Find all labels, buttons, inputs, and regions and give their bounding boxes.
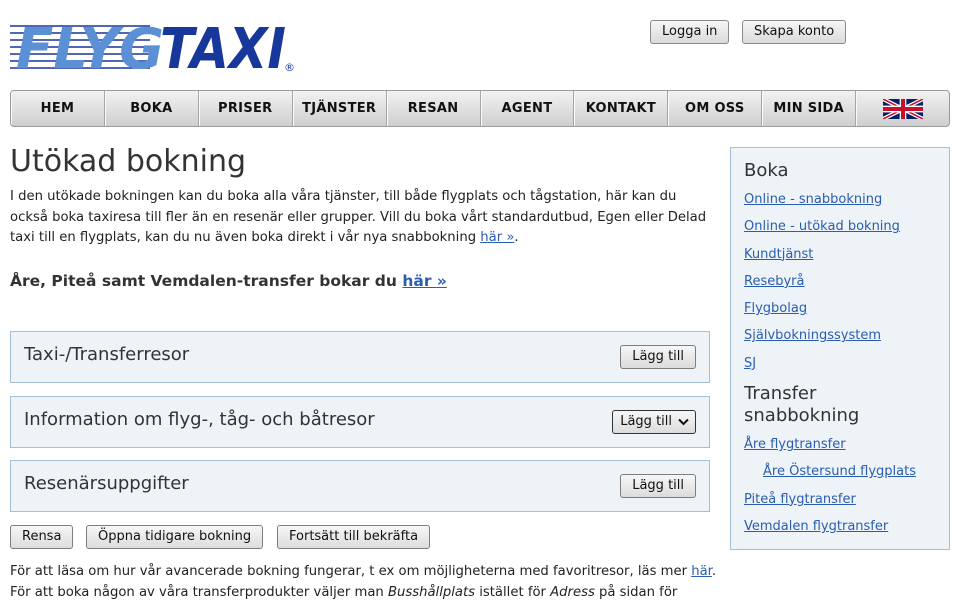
svg-text:®: ® [284, 61, 295, 74]
transfer-promo: Åre, Piteå samt Vemdalen-transfer bokar … [10, 272, 447, 290]
footnote-2-em2: Adress [550, 584, 595, 600]
main-nav: HEM BOKA PRISER TJÄNSTER RESAN AGENT KON… [10, 90, 950, 127]
sidebar-link-snabbokning[interactable]: Online - snabbokning [744, 192, 882, 207]
footnote-line-1: För att läsa om hur vår avancerade bokni… [10, 562, 720, 583]
footnote-1-end: . [711, 564, 717, 579]
login-button[interactable]: Logga in [650, 20, 730, 44]
footnote-line-2: För att boka någon av våra transferprodu… [10, 583, 720, 600]
footnote: För att läsa om hur vår avancerade bokni… [10, 562, 720, 600]
intro-paragraph: I den utökade bokningen kan du boka alla… [10, 187, 715, 249]
uk-flag-icon [882, 98, 923, 119]
transfer-promo-link[interactable]: här » [402, 272, 447, 290]
nav-item-hem[interactable]: HEM [11, 91, 105, 126]
nav-item-om-oss[interactable]: OM OSS [668, 91, 763, 126]
add-traveler-button[interactable]: Lägg till [620, 474, 696, 498]
nav-item-resan[interactable]: RESAN [387, 91, 481, 126]
sidebar-link-resebyra[interactable]: Resebyrå [744, 274, 804, 289]
open-previous-booking-button[interactable]: Öppna tidigare bokning [86, 525, 264, 549]
travel-info-panel: Information om flyg-, tåg- och båtresor … [10, 396, 710, 448]
footnote-2b: istället för [475, 584, 551, 600]
sidebar: Boka Online - snabbokning Online - utöka… [730, 147, 950, 550]
chevron-down-icon [678, 418, 689, 426]
add-travel-select-value: Lägg till [620, 414, 672, 429]
sidebar-link-vemdalen[interactable]: Vemdalen flygtransfer [744, 519, 888, 534]
boka-links: Online - snabbokning Online - utökad bok… [744, 186, 936, 377]
continue-to-confirm-button[interactable]: Fortsätt till bekräfta [277, 525, 431, 549]
sidebar-link-sjalvbokning[interactable]: Självbokningssystem [744, 328, 881, 343]
nav-item-tjanster[interactable]: TJÄNSTER [293, 91, 387, 126]
svg-text:TAXI: TAXI [160, 17, 286, 74]
nav-item-agent[interactable]: AGENT [481, 91, 575, 126]
read-more-link[interactable]: här [691, 564, 712, 579]
footnote-2-em1: Busshållplats [387, 584, 476, 600]
sidebar-link-are-ostersund[interactable]: Åre Östersund flygplats [763, 464, 916, 479]
page-title: Utökad bokning [10, 144, 247, 179]
sidebar-link-utokad-bokning[interactable]: Online - utökad bokning [744, 219, 900, 234]
add-travel-select[interactable]: Lägg till [612, 410, 696, 434]
clear-button[interactable]: Rensa [10, 525, 74, 549]
sidebar-link-sj[interactable]: SJ [744, 356, 756, 371]
nav-item-kontakt[interactable]: KONTAKT [574, 91, 669, 126]
panel-title-traveler: Resenärsuppgifter [24, 473, 189, 494]
promo-text: Åre, Piteå samt Vemdalen-transfer bokar … [10, 272, 403, 290]
sidebar-heading-boka: Boka [744, 160, 789, 181]
footnote-2a: För att boka någon av våra transferprodu… [10, 584, 388, 600]
nav-item-english[interactable] [856, 91, 949, 126]
footnote-1-text: För att läsa om hur vår avancerade bokni… [10, 564, 692, 579]
snabbokning-link[interactable]: här » [480, 230, 514, 245]
taxi-transfer-panel: Taxi-/Transferresor Lägg till [10, 331, 710, 383]
transfer-links: Åre flygtransfer Åre Östersund flygplats… [744, 431, 936, 540]
nav-item-boka[interactable]: BOKA [105, 91, 199, 126]
panel-title-travel-info: Information om flyg-, tåg- och båtresor [24, 409, 375, 430]
svg-text:FLYG: FLYG [16, 17, 164, 74]
sidebar-link-kundtjanst[interactable]: Kundtjänst [744, 247, 813, 262]
nav-item-priser[interactable]: PRISER [199, 91, 293, 126]
sidebar-link-flygbolag[interactable]: Flygbolag [744, 301, 807, 316]
create-account-button[interactable]: Skapa konto [742, 20, 847, 44]
sidebar-link-pitea[interactable]: Piteå flygtransfer [744, 492, 856, 507]
add-taxi-button[interactable]: Lägg till [620, 345, 696, 369]
sidebar-link-are[interactable]: Åre flygtransfer [744, 437, 846, 452]
intro-text: I den utökade bokningen kan du boka alla… [10, 189, 707, 246]
sidebar-heading-transfer: Transfer snabbokning [744, 383, 860, 427]
traveler-details-panel: Resenärsuppgifter Lägg till [10, 460, 710, 512]
intro-end: . [514, 230, 519, 246]
flygtaxi-logo[interactable]: FLYG TAXI ® [10, 16, 300, 82]
panel-title-taxi: Taxi-/Transferresor [24, 344, 190, 365]
footnote-2c: på sidan för [594, 584, 678, 600]
nav-item-min-sida[interactable]: MIN SIDA [762, 91, 857, 126]
